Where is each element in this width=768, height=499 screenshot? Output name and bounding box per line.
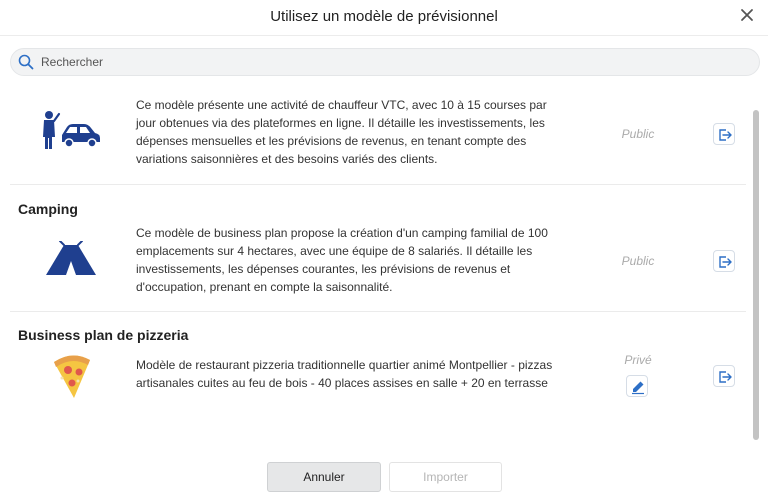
visibility-label: Public bbox=[621, 254, 655, 268]
search-input[interactable] bbox=[41, 49, 741, 75]
template-description: Ce modèle présente une activité de chauf… bbox=[136, 98, 547, 166]
tent-icon bbox=[44, 240, 98, 282]
visibility-label: Privé bbox=[624, 353, 652, 367]
use-template-icon bbox=[719, 129, 732, 141]
dialog-footer: Annuler Importer bbox=[0, 462, 768, 494]
use-template-button[interactable] bbox=[713, 365, 735, 387]
edit-icon bbox=[632, 381, 644, 395]
search-bar bbox=[10, 48, 760, 76]
pizza-slice-icon bbox=[50, 354, 92, 405]
close-icon[interactable] bbox=[736, 4, 758, 26]
template-row-camping: Camping Ce modèle de business plan propo… bbox=[10, 185, 746, 312]
template-title: Business plan de pizzeria bbox=[18, 327, 189, 343]
use-template-button[interactable] bbox=[713, 123, 735, 145]
template-description: Ce modèle de business plan propose la cr… bbox=[136, 226, 548, 294]
template-title: Camping bbox=[18, 201, 78, 217]
dialog-title: Utilisez un modèle de prévisionnel bbox=[270, 8, 498, 25]
use-template-icon bbox=[719, 256, 732, 268]
cancel-button[interactable]: Annuler bbox=[267, 462, 381, 492]
list-scrollbar[interactable] bbox=[753, 110, 759, 440]
use-template-icon bbox=[719, 371, 732, 383]
use-template-button[interactable] bbox=[713, 250, 735, 272]
visibility-label: Public bbox=[621, 127, 655, 141]
search-icon bbox=[18, 54, 34, 70]
vtc-driver-car-icon bbox=[40, 109, 102, 156]
template-description: Modèle de restaurant pizzeria traditionn… bbox=[136, 358, 553, 390]
template-row-pizzeria: Business plan de pizzeria Modèle de rest… bbox=[10, 312, 746, 422]
dialog-header: Utilisez un modèle de prévisionnel bbox=[0, 0, 768, 36]
template-list: Ce modèle présente une activité de chauf… bbox=[0, 85, 768, 445]
edit-template-button[interactable] bbox=[626, 375, 648, 397]
template-row-vtc: Ce modèle présente une activité de chauf… bbox=[10, 85, 746, 185]
import-button[interactable]: Importer bbox=[389, 462, 502, 492]
